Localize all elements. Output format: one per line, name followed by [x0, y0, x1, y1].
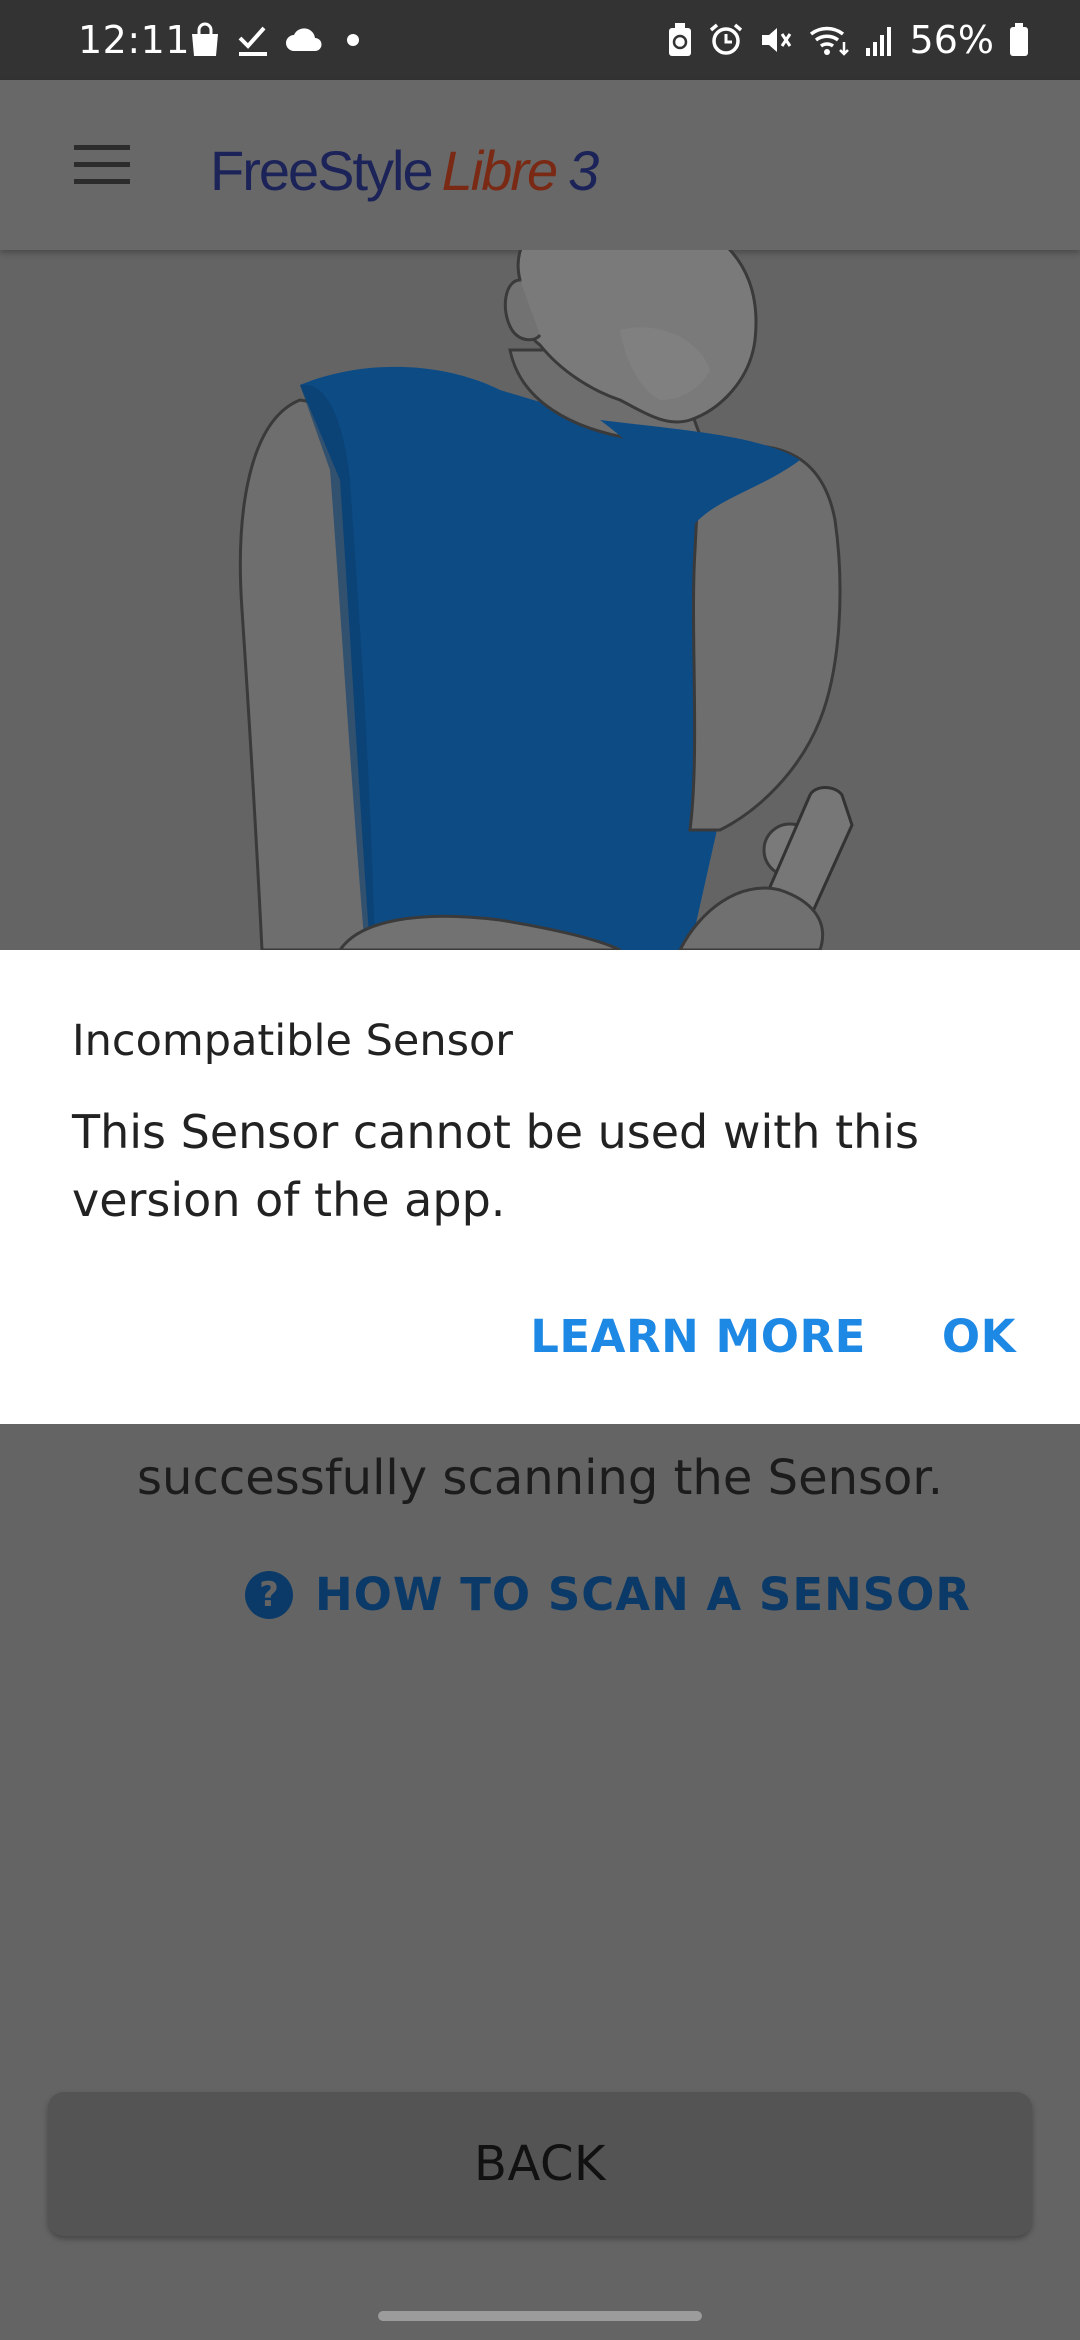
shopping-bag-icon [188, 22, 222, 58]
wifi-icon [808, 22, 850, 58]
battery-icon [1008, 22, 1030, 58]
status-time: 12:11 [78, 18, 191, 62]
cloud-icon [284, 25, 324, 55]
battery-saver-icon [666, 22, 694, 58]
dialog-actions: LEARN MORE OK [526, 1304, 1020, 1369]
scan-instructions-text: successfully scanning the Sensor. [137, 1450, 943, 1506]
logo-text-libre: Libre [441, 139, 559, 202]
dot-icon [338, 25, 368, 55]
logo-text-freestyle: FreeStyle [210, 139, 434, 202]
how-to-scan-link[interactable]: ? HOW TO SCAN A SENSOR [245, 1568, 971, 1621]
dialog-message: This Sensor cannot be used with this ver… [72, 1105, 920, 1227]
person-scanning-sensor-image [238, 206, 854, 952]
learn-more-button[interactable]: LEARN MORE [526, 1304, 870, 1369]
status-bar: 12:11 56% [0, 0, 1080, 80]
incompatible-sensor-dialog: Incompatible Sensor This Sensor cannot b… [0, 950, 1080, 1424]
back-button[interactable]: BACK [48, 2092, 1032, 2236]
alarm-icon [708, 22, 744, 58]
logo-text-3: 3 [568, 139, 599, 202]
signal-icon [864, 22, 896, 58]
help-circle-icon: ? [245, 1570, 293, 1619]
mute-icon [758, 22, 794, 58]
status-left-icons [188, 0, 368, 80]
menu-button[interactable] [58, 130, 146, 200]
app-bar: FreeStyle Libre 3 [0, 80, 1080, 250]
scan-illustration [0, 206, 1080, 952]
dialog-title: Incompatible Sensor [72, 1016, 513, 1066]
ok-button[interactable]: OK [938, 1304, 1020, 1369]
how-to-scan-label: HOW TO SCAN A SENSOR [315, 1568, 972, 1621]
app-logo: FreeStyle Libre 3 [210, 138, 599, 203]
hamburger-menu-icon [74, 143, 130, 187]
battery-percentage: 56% [909, 18, 994, 62]
home-indicator[interactable] [378, 2311, 702, 2321]
checkmark-icon [236, 22, 270, 58]
status-right-icons: 56% [666, 0, 1030, 80]
